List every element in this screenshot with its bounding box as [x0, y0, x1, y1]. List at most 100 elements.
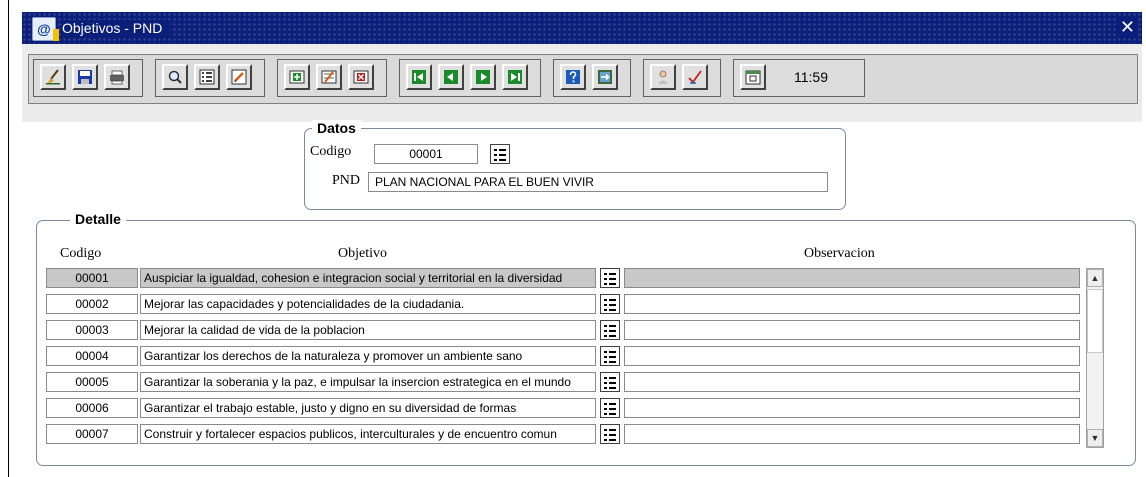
list-icon-line: [604, 361, 616, 363]
list-icon: [604, 325, 616, 327]
pnd-label: PND: [332, 173, 361, 188]
row-objetivo-field[interactable]: Garantizar los derechos de la naturaleza…: [140, 346, 596, 366]
row-objetivo-field[interactable]: Garantizar la soberania y la paz, e impu…: [140, 372, 596, 392]
pnd-field[interactable]: PLAN NACIONAL PARA EL BUEN VIVIR: [368, 172, 828, 192]
row-lov-button[interactable]: [600, 424, 620, 444]
row-codigo-field[interactable]: 00001: [46, 268, 138, 288]
row-objetivo-field[interactable]: Construir y fortalecer espacios publicos…: [140, 424, 596, 444]
query-icon: [168, 70, 182, 84]
duplicate-record-icon: [321, 70, 337, 84]
list-icon-line: [604, 278, 616, 280]
window: @ Objetivos - PND ✕ 11:59 Datos Codigo 0…: [22, 12, 1142, 466]
list-icon-line: [604, 434, 616, 436]
scroll-up-icon[interactable]: ▲: [1087, 269, 1103, 287]
toolbar-group-clock: 11:59: [733, 59, 865, 97]
codigo-lov-button[interactable]: [490, 144, 510, 164]
app-icon: @: [32, 17, 59, 41]
edit-icon: [231, 69, 247, 85]
list-button[interactable]: [194, 64, 220, 90]
list-icon: [604, 299, 616, 301]
row-codigo-field[interactable]: 00006: [46, 398, 138, 418]
list-icon-line: [604, 335, 616, 337]
list-icon-line: [604, 283, 616, 285]
detalle-legend: Detalle: [70, 211, 126, 227]
toolbar-group-query: [155, 59, 265, 97]
row-lov-button[interactable]: [600, 346, 620, 366]
list-icon-line: [604, 304, 616, 306]
toolbar-area: 11:59: [22, 44, 1142, 122]
row-codigo-field[interactable]: 00004: [46, 346, 138, 366]
row-objetivo-field[interactable]: Auspiciar la igualdad, cohesion e integr…: [140, 268, 596, 288]
first-record-button[interactable]: [406, 64, 432, 90]
list-icon: [604, 351, 616, 353]
first-record-icon: [412, 70, 426, 84]
previous-record-button[interactable]: [438, 64, 464, 90]
title-bar[interactable]: @ Objetivos - PND ✕: [22, 12, 1142, 44]
list-icon-line: [494, 154, 506, 156]
row-codigo-field[interactable]: 00005: [46, 372, 138, 392]
toolbar-group-edit: [33, 59, 143, 97]
row-codigo-field[interactable]: 00003: [46, 320, 138, 340]
previous-record-icon: [444, 70, 458, 84]
last-record-button[interactable]: [502, 64, 528, 90]
list-icon: [604, 429, 616, 431]
codigo-field[interactable]: 00001: [374, 144, 478, 164]
row-objetivo-field[interactable]: Mejorar la calidad de vida de la poblaci…: [140, 320, 596, 340]
datos-groupbox: [304, 128, 846, 210]
next-record-button[interactable]: [470, 64, 496, 90]
scroll-down-icon[interactable]: ▼: [1087, 429, 1103, 447]
toolbar-group-help: [553, 59, 631, 97]
list-icon: [494, 149, 506, 151]
help-button[interactable]: [560, 64, 586, 90]
row-lov-button[interactable]: [600, 372, 620, 392]
duplicate-record-button[interactable]: [316, 64, 342, 90]
codigo-label: Codigo: [310, 144, 352, 159]
row-codigo-field[interactable]: 00002: [46, 294, 138, 314]
row-observacion-field[interactable]: [624, 424, 1080, 444]
window-title: Objetivos - PND: [62, 20, 171, 36]
row-observacion-field[interactable]: [624, 398, 1080, 418]
close-icon[interactable]: ✕: [1116, 17, 1138, 38]
datos-legend: Datos: [312, 120, 361, 136]
scroll-thumb[interactable]: [1087, 289, 1103, 353]
row-lov-button[interactable]: [600, 320, 620, 340]
toolbar-group-tools: [643, 59, 721, 97]
list-icon: [604, 403, 616, 405]
clear-button[interactable]: [40, 64, 66, 90]
row-lov-button[interactable]: [600, 268, 620, 288]
row-observacion-field[interactable]: [624, 372, 1080, 392]
insert-record-button[interactable]: [284, 64, 310, 90]
save-button[interactable]: [72, 64, 98, 90]
list-icon-line: [494, 159, 506, 161]
calendar-button[interactable]: [740, 64, 766, 90]
check-button[interactable]: [682, 64, 708, 90]
row-objetivo-field[interactable]: Mejorar las capacidades y potencialidade…: [140, 294, 596, 314]
last-record-icon: [508, 70, 522, 84]
help-icon: [566, 70, 580, 84]
row-objetivo-field[interactable]: Garantizar el trabajo estable, justo y d…: [140, 398, 596, 418]
delete-record-icon: [353, 70, 369, 84]
delete-record-button[interactable]: [348, 64, 374, 90]
row-lov-button[interactable]: [600, 294, 620, 314]
row-observacion-field[interactable]: [624, 268, 1080, 288]
row-observacion-field[interactable]: [624, 346, 1080, 366]
toolbar-group-navigation: [399, 59, 541, 97]
list-icon: [199, 69, 215, 85]
row-observacion-field[interactable]: [624, 294, 1080, 314]
row-observacion-field[interactable]: [624, 320, 1080, 340]
toolbar: 11:59: [28, 54, 1138, 104]
check-icon: [688, 70, 702, 84]
row-codigo-field[interactable]: 00007: [46, 424, 138, 444]
list-icon-line: [604, 387, 616, 389]
user-button[interactable]: [650, 64, 676, 90]
exit-button[interactable]: [592, 64, 618, 90]
print-button[interactable]: [104, 64, 130, 90]
vertical-scrollbar[interactable]: ▲ ▼: [1086, 268, 1104, 448]
list-icon-line: [604, 330, 616, 332]
edit-button[interactable]: [226, 64, 252, 90]
row-lov-button[interactable]: [600, 398, 620, 418]
query-button[interactable]: [162, 64, 188, 90]
list-icon: [604, 273, 616, 275]
list-icon-line: [604, 439, 616, 441]
list-icon-line: [604, 309, 616, 311]
